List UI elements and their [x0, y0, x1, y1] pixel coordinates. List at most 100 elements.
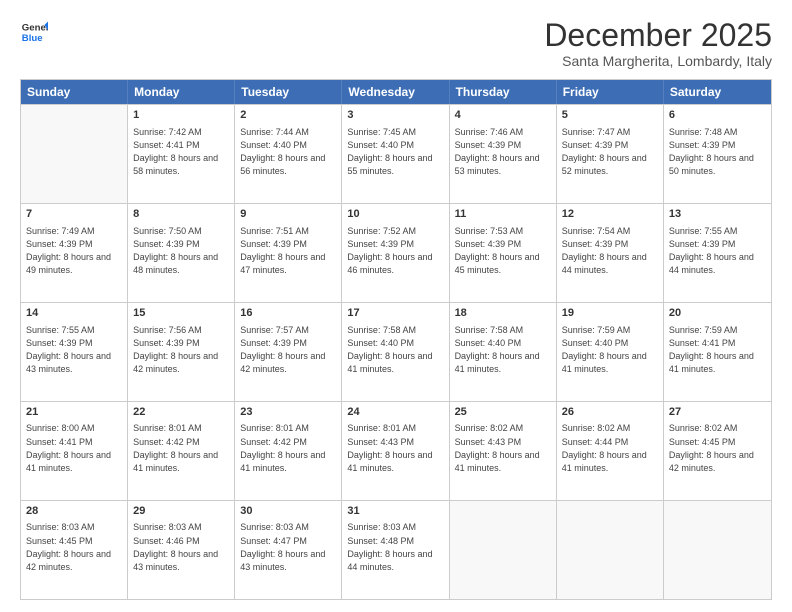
cell-sun-info: Sunrise: 8:03 AM Sunset: 4:47 PM Dayligh…	[240, 521, 336, 573]
cell-sun-info: Sunrise: 8:01 AM Sunset: 4:42 PM Dayligh…	[240, 422, 336, 474]
cell-sun-info: Sunrise: 8:02 AM Sunset: 4:45 PM Dayligh…	[669, 422, 766, 474]
calendar-row: 28Sunrise: 8:03 AM Sunset: 4:45 PM Dayli…	[21, 500, 771, 599]
calendar-row: 21 Sunrise: 8:00 AM Sunset: 4:41 PM Dayli…	[21, 401, 771, 500]
cell-sun-info: Sunrise: 7:42 AM Sunset: 4:41 PM Dayligh…	[133, 126, 229, 178]
day-number: 6	[669, 108, 766, 123]
cell-sun-info: Sunrise: 8:02 AM Sunset: 4:43 PM Dayligh…	[455, 422, 551, 474]
calendar-cell: 22Sunrise: 8:01 AM Sunset: 4:42 PM Dayli…	[128, 402, 235, 500]
calendar-cell: 27Sunrise: 8:02 AM Sunset: 4:45 PM Dayli…	[664, 402, 771, 500]
weekday-header: Friday	[557, 80, 664, 104]
calendar-cell: 5 Sunrise: 7:47 AM Sunset: 4:39 PM Daylig…	[557, 105, 664, 203]
day-number: 2	[240, 108, 336, 123]
calendar-cell: 7 Sunrise: 7:49 AM Sunset: 4:39 PM Daylig…	[21, 204, 128, 302]
calendar-cell: 30Sunrise: 8:03 AM Sunset: 4:47 PM Dayli…	[235, 501, 342, 599]
svg-text:Blue: Blue	[22, 33, 43, 44]
cell-sun-info: Sunrise: 7:52 AM Sunset: 4:39 PM Dayligh…	[347, 225, 443, 277]
calendar-cell: 2Sunrise: 7:44 AM Sunset: 4:40 PM Daylig…	[235, 105, 342, 203]
day-number: 11	[455, 207, 551, 222]
calendar-body: 1 Sunrise: 7:42 AM Sunset: 4:41 PM Daylig…	[21, 104, 771, 599]
cell-sun-info: Sunrise: 7:56 AM Sunset: 4:39 PM Dayligh…	[133, 324, 229, 376]
header: General Blue December 2025 Santa Margher…	[20, 18, 772, 69]
calendar-cell: 1 Sunrise: 7:42 AM Sunset: 4:41 PM Daylig…	[128, 105, 235, 203]
cell-sun-info: Sunrise: 8:01 AM Sunset: 4:42 PM Dayligh…	[133, 422, 229, 474]
svg-text:General: General	[22, 22, 48, 33]
cell-sun-info: Sunrise: 7:57 AM Sunset: 4:39 PM Dayligh…	[240, 324, 336, 376]
cell-sun-info: Sunrise: 7:53 AM Sunset: 4:39 PM Dayligh…	[455, 225, 551, 277]
day-number: 23	[240, 405, 336, 420]
weekday-header: Wednesday	[342, 80, 449, 104]
day-number: 5	[562, 108, 658, 123]
calendar-cell: 25 Sunrise: 8:02 AM Sunset: 4:43 PM Dayli…	[450, 402, 557, 500]
cell-sun-info: Sunrise: 7:54 AM Sunset: 4:39 PM Dayligh…	[562, 225, 658, 277]
calendar-row: 14Sunrise: 7:55 AM Sunset: 4:39 PM Dayli…	[21, 302, 771, 401]
logo-icon: General Blue	[20, 18, 48, 46]
calendar-cell: 28Sunrise: 8:03 AM Sunset: 4:45 PM Dayli…	[21, 501, 128, 599]
day-number: 20	[669, 306, 766, 321]
cell-sun-info: Sunrise: 8:03 AM Sunset: 4:46 PM Dayligh…	[133, 521, 229, 573]
calendar-cell: 15 Sunrise: 7:56 AM Sunset: 4:39 PM Dayli…	[128, 303, 235, 401]
weekday-header: Monday	[128, 80, 235, 104]
day-number: 19	[562, 306, 658, 321]
cell-sun-info: Sunrise: 8:00 AM Sunset: 4:41 PM Dayligh…	[26, 422, 122, 474]
day-number: 10	[347, 207, 443, 222]
day-number: 21	[26, 405, 122, 420]
calendar-cell: 12Sunrise: 7:54 AM Sunset: 4:39 PM Dayli…	[557, 204, 664, 302]
calendar-cell: 18 Sunrise: 7:58 AM Sunset: 4:40 PM Dayli…	[450, 303, 557, 401]
calendar-cell: 8Sunrise: 7:50 AM Sunset: 4:39 PM Daylig…	[128, 204, 235, 302]
title-area: December 2025 Santa Margherita, Lombardy…	[544, 18, 772, 69]
calendar-cell: 24Sunrise: 8:01 AM Sunset: 4:43 PM Dayli…	[342, 402, 449, 500]
day-number: 29	[133, 504, 229, 519]
calendar-cell: 10 Sunrise: 7:52 AM Sunset: 4:39 PM Dayli…	[342, 204, 449, 302]
weekday-header: Sunday	[21, 80, 128, 104]
day-number: 9	[240, 207, 336, 222]
weekday-header: Saturday	[664, 80, 771, 104]
calendar-cell	[21, 105, 128, 203]
day-number: 3	[347, 108, 443, 123]
calendar-cell	[557, 501, 664, 599]
calendar: SundayMondayTuesdayWednesdayThursdayFrid…	[20, 79, 772, 600]
day-number: 17	[347, 306, 443, 321]
calendar-cell: 3 Sunrise: 7:45 AM Sunset: 4:40 PM Daylig…	[342, 105, 449, 203]
calendar-cell	[450, 501, 557, 599]
calendar-row: 7 Sunrise: 7:49 AM Sunset: 4:39 PM Daylig…	[21, 203, 771, 302]
cell-sun-info: Sunrise: 7:45 AM Sunset: 4:40 PM Dayligh…	[347, 126, 443, 178]
cell-sun-info: Sunrise: 7:51 AM Sunset: 4:39 PM Dayligh…	[240, 225, 336, 277]
calendar-cell: 9 Sunrise: 7:51 AM Sunset: 4:39 PM Daylig…	[235, 204, 342, 302]
day-number: 8	[133, 207, 229, 222]
calendar-cell: 29 Sunrise: 8:03 AM Sunset: 4:46 PM Dayli…	[128, 501, 235, 599]
day-number: 7	[26, 207, 122, 222]
cell-sun-info: Sunrise: 7:59 AM Sunset: 4:41 PM Dayligh…	[669, 324, 766, 376]
day-number: 24	[347, 405, 443, 420]
calendar-row: 1 Sunrise: 7:42 AM Sunset: 4:41 PM Daylig…	[21, 104, 771, 203]
cell-sun-info: Sunrise: 7:55 AM Sunset: 4:39 PM Dayligh…	[669, 225, 766, 277]
cell-sun-info: Sunrise: 8:02 AM Sunset: 4:44 PM Dayligh…	[562, 422, 658, 474]
day-number: 1	[133, 108, 229, 123]
cell-sun-info: Sunrise: 8:03 AM Sunset: 4:45 PM Dayligh…	[26, 521, 122, 573]
calendar-cell: 19 Sunrise: 7:59 AM Sunset: 4:40 PM Dayli…	[557, 303, 664, 401]
day-number: 15	[133, 306, 229, 321]
calendar-cell: 21 Sunrise: 8:00 AM Sunset: 4:41 PM Dayli…	[21, 402, 128, 500]
calendar-cell: 4 Sunrise: 7:46 AM Sunset: 4:39 PM Daylig…	[450, 105, 557, 203]
calendar-cell: 31 Sunrise: 8:03 AM Sunset: 4:48 PM Dayli…	[342, 501, 449, 599]
day-number: 18	[455, 306, 551, 321]
cell-sun-info: Sunrise: 7:49 AM Sunset: 4:39 PM Dayligh…	[26, 225, 122, 277]
cell-sun-info: Sunrise: 7:46 AM Sunset: 4:39 PM Dayligh…	[455, 126, 551, 178]
calendar-cell: 6Sunrise: 7:48 AM Sunset: 4:39 PM Daylig…	[664, 105, 771, 203]
page: General Blue December 2025 Santa Margher…	[0, 0, 792, 612]
cell-sun-info: Sunrise: 7:58 AM Sunset: 4:40 PM Dayligh…	[455, 324, 551, 376]
day-number: 25	[455, 405, 551, 420]
calendar-header: SundayMondayTuesdayWednesdayThursdayFrid…	[21, 80, 771, 104]
calendar-cell: 14Sunrise: 7:55 AM Sunset: 4:39 PM Dayli…	[21, 303, 128, 401]
calendar-cell: 23 Sunrise: 8:01 AM Sunset: 4:42 PM Dayli…	[235, 402, 342, 500]
calendar-cell: 16Sunrise: 7:57 AM Sunset: 4:39 PM Dayli…	[235, 303, 342, 401]
weekday-header: Tuesday	[235, 80, 342, 104]
calendar-cell: 11 Sunrise: 7:53 AM Sunset: 4:39 PM Dayli…	[450, 204, 557, 302]
cell-sun-info: Sunrise: 7:47 AM Sunset: 4:39 PM Dayligh…	[562, 126, 658, 178]
cell-sun-info: Sunrise: 7:59 AM Sunset: 4:40 PM Dayligh…	[562, 324, 658, 376]
day-number: 31	[347, 504, 443, 519]
cell-sun-info: Sunrise: 8:03 AM Sunset: 4:48 PM Dayligh…	[347, 521, 443, 573]
day-number: 13	[669, 207, 766, 222]
day-number: 4	[455, 108, 551, 123]
cell-sun-info: Sunrise: 7:58 AM Sunset: 4:40 PM Dayligh…	[347, 324, 443, 376]
day-number: 26	[562, 405, 658, 420]
